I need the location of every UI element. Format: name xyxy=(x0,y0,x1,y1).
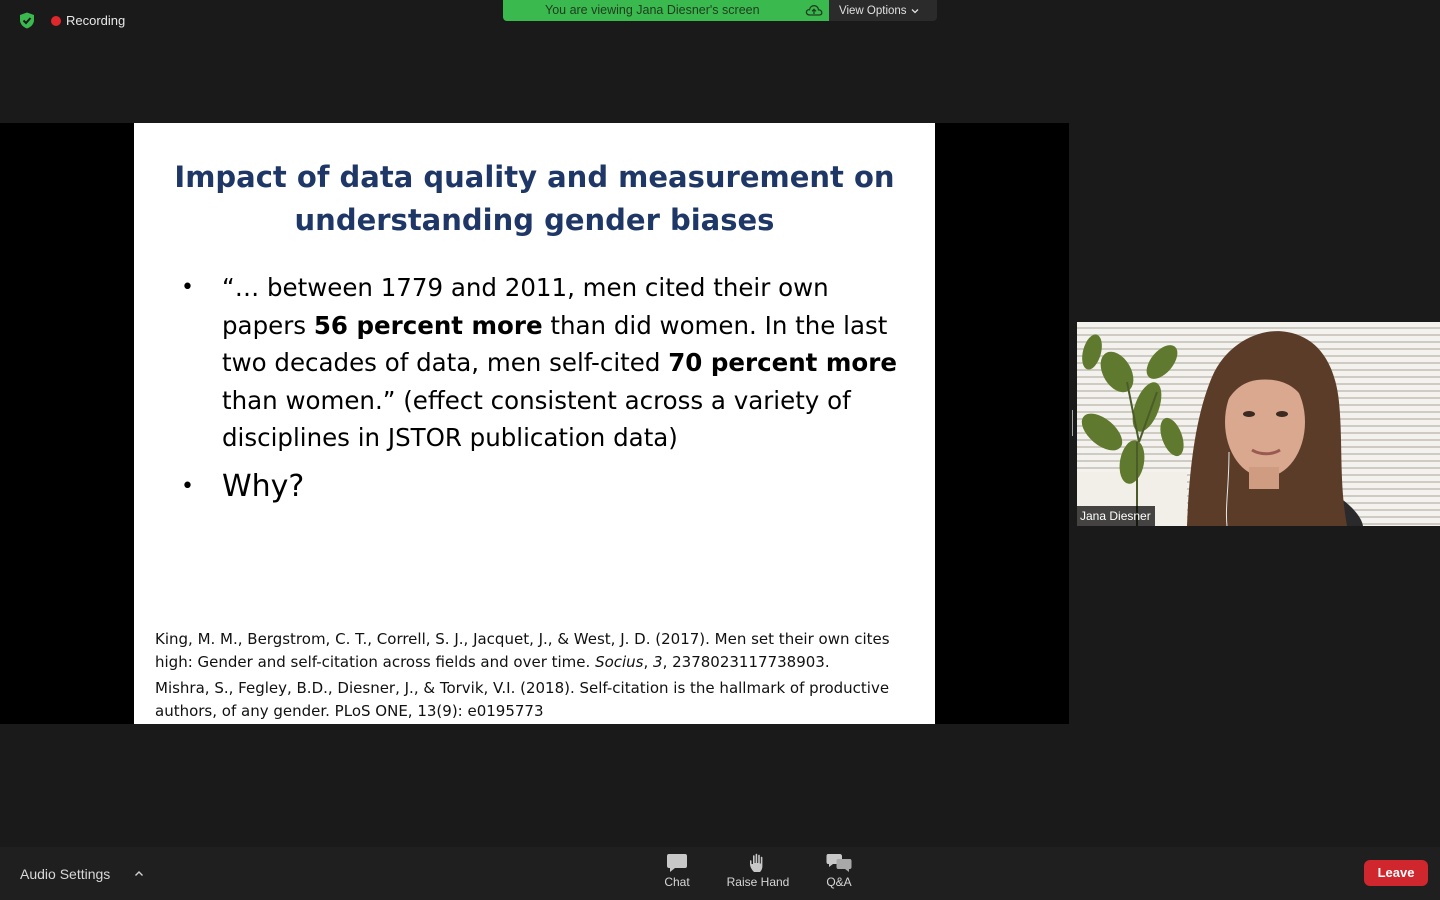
slide-title-line1: Impact of data quality and measurement o… xyxy=(174,160,895,194)
slide-references: King, M. M., Bergstrom, C. T., Correll, … xyxy=(155,628,925,726)
quote-bold-70: 70 percent more xyxy=(668,348,897,377)
chat-button[interactable]: Chat xyxy=(637,853,717,889)
recording-label: Recording xyxy=(66,13,126,28)
participant-name-tag: Jana Diesner xyxy=(1077,506,1155,526)
leave-button[interactable]: Leave xyxy=(1364,860,1428,886)
participant-video[interactable]: Jana Diesner xyxy=(1077,322,1440,526)
bullet-item: • “… between 1779 and 2011, men cited th… xyxy=(181,269,901,457)
audio-settings-button[interactable]: Audio Settings xyxy=(20,866,110,882)
reference-mishra: Mishra, S., Fegley, B.D., Diesner, J., &… xyxy=(155,679,890,720)
viewing-banner-text: You are viewing Jana Diesner's screen xyxy=(545,3,760,17)
participant-video-image xyxy=(1077,331,1363,526)
view-options-label: View Options xyxy=(839,4,907,17)
screen-share-banner: You are viewing Jana Diesner's screen Vi… xyxy=(503,0,937,21)
chat-bubble-icon xyxy=(667,854,687,872)
recording-indicator[interactable]: Recording xyxy=(51,13,125,28)
meeting-toolbar: Audio Settings Chat Raise Hand Q&A Leave xyxy=(0,847,1440,900)
bullet-text-quote: “… between 1779 and 2011, men cited thei… xyxy=(222,269,901,457)
bullet-dot: • xyxy=(181,473,194,499)
quote-bold-56: 56 percent more xyxy=(313,310,543,340)
qa-bubbles-icon xyxy=(826,854,852,872)
qa-label: Q&A xyxy=(826,875,852,889)
security-shield-icon[interactable] xyxy=(19,12,35,29)
reference-king: King, M. M., Bergstrom, C. T., Correll, … xyxy=(155,628,925,674)
chevron-down-icon xyxy=(911,8,919,13)
raise-hand-button[interactable]: Raise Hand xyxy=(718,853,798,889)
viewing-banner: You are viewing Jana Diesner's screen xyxy=(503,0,829,21)
shared-screen-area: Impact of data quality and measurement o… xyxy=(0,123,1069,724)
ref1-journal: Socius xyxy=(595,653,644,671)
recording-dot-icon xyxy=(51,15,61,26)
qa-button[interactable]: Q&A xyxy=(799,853,879,889)
chevron-up-icon[interactable] xyxy=(134,870,144,877)
bullet-text-why: Why? xyxy=(222,468,305,504)
view-options-button[interactable]: View Options xyxy=(829,0,937,21)
slide-title-line2: understanding gender biases xyxy=(294,203,775,237)
raise-hand-icon xyxy=(750,853,763,872)
presentation-slide: Impact of data quality and measurement o… xyxy=(134,123,935,724)
ref1-sep: , xyxy=(643,653,654,671)
quote-text-part3: than women.” (effect consistent across a… xyxy=(222,385,851,453)
cloud-upload-icon[interactable] xyxy=(805,3,823,18)
slide-bullets: • “… between 1779 and 2011, men cited th… xyxy=(181,269,901,506)
raise-hand-label: Raise Hand xyxy=(726,875,790,889)
bullet-dot: • xyxy=(181,275,194,300)
slide-title: Impact of data quality and measurement o… xyxy=(134,156,935,242)
chat-label: Chat xyxy=(664,875,690,889)
bullet-item: • Why? xyxy=(181,468,901,506)
ref1-volume: 3 xyxy=(653,653,663,671)
ref1-text-after: , 2378023117738903. xyxy=(662,653,830,671)
